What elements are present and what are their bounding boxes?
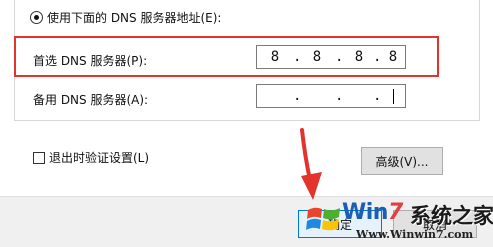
advanced-button[interactable]: 高级(V)... bbox=[361, 147, 443, 175]
preferred-dns-highlight-box bbox=[14, 36, 439, 77]
watermark-brand-digit: 7 bbox=[387, 200, 403, 225]
watermark-brand: Win7 bbox=[342, 200, 403, 225]
use-following-dns-radio-row[interactable]: 使用下面的 DNS 服务器地址(E): bbox=[30, 8, 221, 26]
use-following-dns-label: 使用下面的 DNS 服务器地址(E): bbox=[47, 10, 222, 25]
ip-separator: . bbox=[335, 88, 344, 104]
watermark-title: 系统之家 bbox=[410, 204, 493, 228]
validate-on-exit-checkbox[interactable] bbox=[33, 151, 45, 164]
use-following-dns-radio[interactable] bbox=[30, 10, 43, 24]
site-watermark: Win7 系统之家 Www.Winwin7.com bbox=[298, 196, 493, 246]
validate-on-exit-label: 退出时验证设置(L) bbox=[49, 151, 150, 165]
dns-settings-dialog: 使用下面的 DNS 服务器地址(E): 首选 DNS 服务器(P): 8 . 8… bbox=[0, 0, 493, 247]
red-arrow-icon bbox=[300, 128, 322, 200]
text-caret bbox=[393, 89, 394, 104]
alternate-dns-input[interactable]: . . . bbox=[256, 84, 406, 108]
watermark-url: Www.Winwin7.com bbox=[356, 228, 474, 241]
windows-flag-icon bbox=[306, 207, 340, 231]
watermark-brand-prefix: Win bbox=[342, 200, 388, 225]
alternate-dns-label: 备用 DNS 服务器(A): bbox=[33, 93, 149, 107]
ip-separator: . bbox=[293, 88, 302, 104]
validate-on-exit-row[interactable]: 退出时验证设置(L) bbox=[33, 149, 149, 166]
ip-separator: . bbox=[373, 88, 382, 104]
